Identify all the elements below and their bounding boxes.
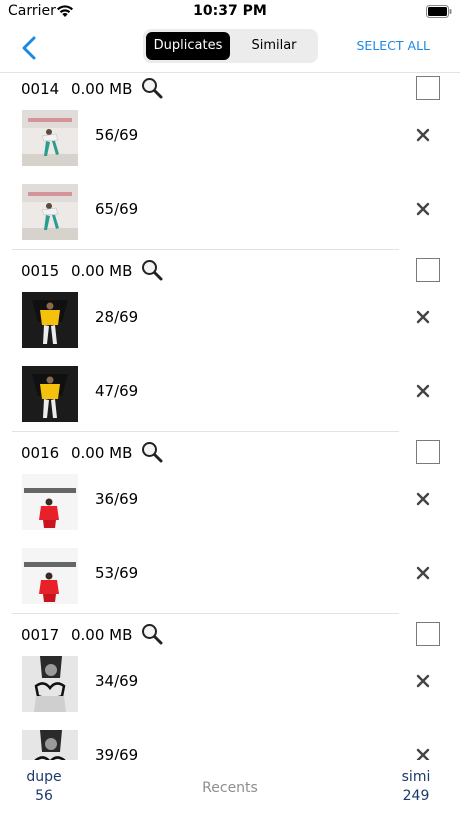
photo-thumbnail[interactable] <box>22 548 78 604</box>
group-id: 0016 <box>21 444 60 462</box>
group-header: 0016 0.00 MB <box>0 436 460 472</box>
segmented-control: Duplicates Similar <box>143 29 318 63</box>
list-item: 39/69 <box>0 730 460 760</box>
duplicate-group: 0014 0.00 MB 56/69 65/69 <box>0 72 460 254</box>
list-item: 56/69 <box>0 110 460 184</box>
list-item: 53/69 <box>0 548 460 622</box>
recents-button[interactable]: Recents <box>202 780 258 796</box>
segment-similar[interactable]: Similar <box>233 32 315 60</box>
clock: 10:37 PM <box>193 3 267 19</box>
list-item: 28/69 <box>0 292 460 366</box>
group-divider <box>12 613 399 614</box>
photo-thumbnail[interactable] <box>22 110 78 166</box>
magnifier-icon[interactable] <box>140 258 164 282</box>
simi-label: simi <box>401 769 431 785</box>
photo-thumbnail[interactable] <box>22 656 78 712</box>
group-id: 0015 <box>21 262 60 280</box>
group-divider <box>12 431 399 432</box>
group-size: 0.00 MB <box>71 626 133 644</box>
photo-thumbnail[interactable] <box>22 474 78 530</box>
magnifier-icon[interactable] <box>140 76 164 100</box>
battery-icon <box>426 5 452 18</box>
group-header: 0014 0.00 MB <box>0 72 460 108</box>
item-count: 36/69 <box>95 490 139 508</box>
group-size: 0.00 MB <box>71 262 133 280</box>
item-count: 65/69 <box>95 200 139 218</box>
list-item: 36/69 <box>0 474 460 548</box>
list-item: 47/69 <box>0 366 460 440</box>
bottom-bar: dupe 56 Recents simi 249 <box>0 760 460 818</box>
group-header: 0015 0.00 MB <box>0 254 460 290</box>
group-id: 0014 <box>21 80 60 98</box>
close-icon[interactable] <box>416 748 430 760</box>
item-count: 28/69 <box>95 308 139 326</box>
group-select-checkbox[interactable] <box>416 76 440 100</box>
magnifier-icon[interactable] <box>140 622 164 646</box>
duplicate-group: 0017 0.00 MB 34/69 39/69 <box>0 618 460 760</box>
duplicate-group: 0015 0.00 MB 28/69 47/69 <box>0 254 460 436</box>
dupe-label: dupe <box>26 769 62 785</box>
item-count: 53/69 <box>95 564 139 582</box>
list-item: 34/69 <box>0 656 460 730</box>
group-header: 0017 0.00 MB <box>0 618 460 654</box>
group-divider <box>12 249 399 250</box>
group-select-checkbox[interactable] <box>416 258 440 282</box>
status-bar: Carrier 10:37 PM <box>0 0 460 24</box>
list-item: 65/69 <box>0 184 460 258</box>
select-all-button[interactable]: SELECT ALL <box>356 38 430 53</box>
group-select-checkbox[interactable] <box>416 440 440 464</box>
group-select-checkbox[interactable] <box>416 622 440 646</box>
close-icon[interactable] <box>416 128 430 142</box>
close-icon[interactable] <box>416 566 430 580</box>
group-size: 0.00 MB <box>71 80 133 98</box>
group-id: 0017 <box>21 626 60 644</box>
item-count: 47/69 <box>95 382 139 400</box>
photo-thumbnail[interactable] <box>22 730 78 760</box>
group-size: 0.00 MB <box>71 444 133 462</box>
close-icon[interactable] <box>416 384 430 398</box>
item-count: 34/69 <box>95 672 139 690</box>
item-count: 56/69 <box>95 126 139 144</box>
chevron-left-icon[interactable] <box>18 34 42 62</box>
duplicates-list[interactable]: 0014 0.00 MB 56/69 65/69 0015 0.00 MB 28… <box>0 72 460 760</box>
magnifier-icon[interactable] <box>140 440 164 464</box>
close-icon[interactable] <box>416 492 430 506</box>
navigation-bar: Duplicates Similar SELECT ALL <box>0 24 460 70</box>
photo-thumbnail[interactable] <box>22 184 78 240</box>
photo-thumbnail[interactable] <box>22 366 78 422</box>
item-count: 39/69 <box>95 746 139 760</box>
close-icon[interactable] <box>416 674 430 688</box>
segment-duplicates[interactable]: Duplicates <box>146 32 230 60</box>
dupe-counter-button[interactable]: dupe 56 <box>18 768 70 806</box>
simi-counter-button[interactable]: simi 249 <box>390 768 442 806</box>
close-icon[interactable] <box>416 202 430 216</box>
duplicate-group: 0016 0.00 MB 36/69 53/69 <box>0 436 460 618</box>
dupe-count: 56 <box>35 788 53 804</box>
photo-thumbnail[interactable] <box>22 292 78 348</box>
simi-count: 249 <box>402 788 430 804</box>
close-icon[interactable] <box>416 310 430 324</box>
